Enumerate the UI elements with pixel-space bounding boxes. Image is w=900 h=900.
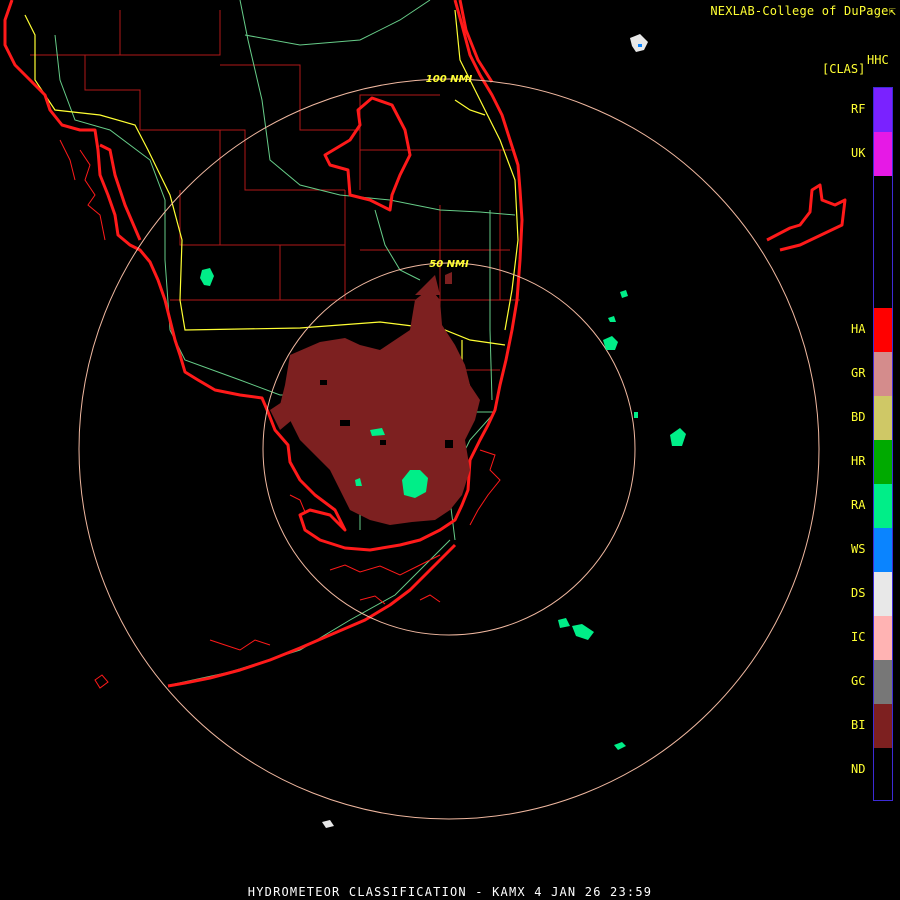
legend-swatch-ha xyxy=(874,308,892,352)
legend-swatch-bd xyxy=(874,396,892,440)
legend-swatch-nd xyxy=(874,748,892,792)
product-class: [CLAS] xyxy=(822,62,866,76)
range-label-50: 50 NMI xyxy=(429,259,469,270)
legend-label-ra: RA xyxy=(851,498,866,512)
legend-swatch-ds xyxy=(874,572,892,616)
legend-label-bi: BI xyxy=(851,718,866,732)
legend-swatch-hr xyxy=(874,440,892,484)
legend-swatch-gr xyxy=(874,352,892,396)
legend-label-ds: DS xyxy=(851,586,866,600)
legend-swatch-gc xyxy=(874,660,892,704)
legend-swatch-blank xyxy=(874,176,892,308)
credit-text: NEXLAB-College of DuPage xyxy=(710,4,889,18)
credit-label: NEXLAB-College of DuPage⇱ xyxy=(710,4,896,18)
legend-label-ic: IC xyxy=(851,630,866,644)
legend-label-gc: GC xyxy=(851,674,866,688)
legend-swatch-ra xyxy=(874,484,892,528)
legend-label-nd: ND xyxy=(851,762,866,776)
legend-label-ws: WS xyxy=(851,542,866,556)
legend-label-uk: UK xyxy=(851,146,866,160)
legend-swatch-bi xyxy=(874,704,892,748)
legend-label-ha: HA xyxy=(851,322,866,336)
corner-icon: ⇱ xyxy=(888,4,896,18)
legend-swatch-ws xyxy=(874,528,892,572)
legend-swatch-ic xyxy=(874,616,892,660)
echo-biological xyxy=(270,272,480,525)
range-label-100: 100 NMI xyxy=(426,74,473,85)
product-code: HHC xyxy=(867,53,889,67)
product-title: HYDROMETEOR CLASSIFICATION - KAMX 4 JAN … xyxy=(247,885,653,899)
legend-label-hr: HR xyxy=(851,454,866,468)
legend-swatch-uk xyxy=(874,132,892,176)
color-legend xyxy=(873,87,893,801)
legend-label-gr: GR xyxy=(851,366,866,380)
legend-label-rf: RF xyxy=(851,102,866,116)
legend-label-bd: BD xyxy=(851,410,866,424)
radar-map: 50 NMI 100 NMI xyxy=(3,0,847,828)
radar-display: 50 NMI 100 NMI NEXLAB-College of DuPage⇱… xyxy=(0,0,900,900)
legend-swatch-rf xyxy=(874,88,892,132)
